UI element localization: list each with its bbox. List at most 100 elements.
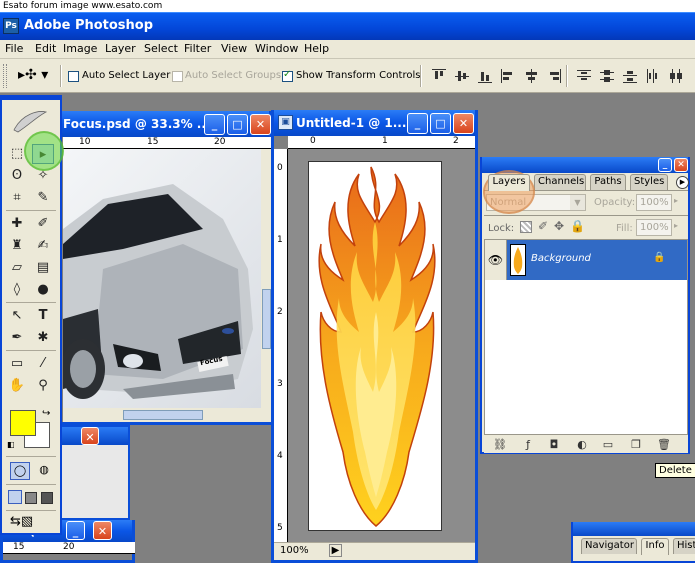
options-bar-grip[interactable] [3,64,7,88]
eraser-tool-icon[interactable]: ▱ [6,258,28,278]
minimize-icon[interactable]: _ [66,521,85,540]
menu-filter[interactable]: Filter [184,42,211,55]
align-top-icon[interactable] [432,69,446,83]
menu-edit[interactable]: Edit [35,42,56,55]
lock-transparent-icon[interactable] [520,221,532,233]
full-screen-menu-mode-icon[interactable] [25,492,37,504]
tab-navigator[interactable]: Navigator [581,538,637,554]
align-bottom-icon[interactable] [478,69,492,83]
hand-tool-icon[interactable]: ✋ [6,376,28,396]
full-screen-mode-icon[interactable] [41,492,53,504]
path-selection-tool-icon[interactable]: ↖ [6,306,28,326]
scroll-thumb[interactable] [262,289,271,349]
zoom-tool-icon[interactable]: ⚲ [32,376,54,396]
status-menu-icon[interactable]: ▶ [329,544,342,557]
type-tool-icon[interactable]: T [32,306,54,326]
layer-mask-icon[interactable]: ◘ [546,438,562,452]
close-icon[interactable]: ✕ [93,521,112,540]
close-icon[interactable]: ✕ [674,158,688,172]
tab-paths[interactable]: Paths [590,174,626,190]
link-layers-icon[interactable]: ⛓ [492,438,508,452]
distribute-bottom-icon[interactable] [623,69,637,83]
align-horizontal-center-icon[interactable] [524,69,538,83]
maximize-icon[interactable]: □ [430,113,451,134]
tab-styles[interactable]: Styles [630,174,668,190]
menu-help[interactable]: Help [304,42,329,55]
document-title-bar[interactable]: Focus.psd @ 33.3% ... _ □ ✕ [53,111,271,137]
clone-stamp-tool-icon[interactable]: ♜ [6,236,28,256]
document-canvas[interactable]: Focus [63,149,261,408]
new-layer-icon[interactable]: ❐ [628,438,644,452]
tab-history[interactable]: Hist [673,538,695,554]
move-tool-icon[interactable]: ▸ [32,144,54,164]
close-icon[interactable]: ✕ [81,427,99,445]
menu-view[interactable]: View [221,42,247,55]
brush-tool-icon[interactable]: ✐ [32,214,54,234]
menu-file[interactable]: File [5,42,23,55]
custom-shape-tool-icon[interactable]: ✱ [32,328,54,348]
lock-image-icon[interactable]: ✐ [538,219,548,233]
tab-layers[interactable]: Layers [488,174,530,191]
menu-layer[interactable]: Layer [105,42,136,55]
tab-info[interactable]: Info [641,538,669,555]
menu-image[interactable]: Image [63,42,97,55]
stacked-document-window[interactable]: ✕ [55,425,130,520]
quick-mask-mode-icon[interactable]: ◍ [34,462,54,480]
minimize-icon[interactable]: _ [658,158,672,172]
minimize-icon[interactable]: _ [204,114,225,135]
lasso-tool-icon[interactable]: ʘ [6,166,28,186]
auto-select-layer-checkbox[interactable] [68,71,79,82]
default-colors-icon[interactable]: ◧ [7,440,15,449]
marquee-tool-icon[interactable]: ⬚ [6,144,28,164]
auto-select-groups-checkbox[interactable] [172,71,183,82]
gradient-tool-icon[interactable]: ▤ [32,258,54,278]
minimize-icon[interactable]: _ [407,113,428,134]
palette-title-bar[interactable]: _ ✕ [482,157,688,173]
palette-title-bar[interactable] [573,522,695,536]
lock-all-icon[interactable]: 🔒 [570,219,585,233]
align-vertical-center-icon[interactable] [455,69,469,83]
jump-to-imageready-icon[interactable]: ⇆▧ [10,514,50,532]
eyedropper-tool-icon[interactable]: ⁄ [32,354,54,374]
align-left-icon[interactable] [501,69,515,83]
dodge-tool-icon[interactable]: ● [32,280,54,300]
layer-name[interactable]: Background [531,253,591,264]
tab-channels[interactable]: Channels [534,174,586,190]
blur-tool-icon[interactable]: ◊ [6,280,28,300]
show-transform-controls-checkbox[interactable] [282,69,293,82]
fill-input[interactable]: 100% [636,219,672,236]
document-canvas[interactable] [308,161,442,531]
swap-colors-icon[interactable]: ↪ [42,408,50,419]
history-brush-tool-icon[interactable]: ✍ [32,236,54,256]
opacity-slider-arrow-icon[interactable]: ▸ [674,196,678,205]
distribute-vertical-center-icon[interactable] [600,69,614,83]
move-tool-preset-icon[interactable]: ▸✣ ▾ [18,67,48,83]
trash-icon[interactable]: 🗑 [656,438,672,452]
document-title-bar[interactable]: ▣ Untitled-1 @ 1... _ □ ✕ [274,110,475,136]
horizontal-scrollbar[interactable] [63,408,272,422]
standard-mode-icon[interactable]: ◯ [10,462,30,480]
scroll-thumb[interactable] [123,410,203,420]
close-icon[interactable]: ✕ [250,114,271,135]
slice-tool-icon[interactable]: ✎ [32,188,54,208]
zoom-level[interactable]: 100% [280,545,309,556]
foreground-color-swatch[interactable] [10,410,36,436]
feather-logo-icon[interactable] [10,108,50,134]
standard-screen-mode-icon[interactable] [8,490,22,504]
align-right-icon[interactable] [547,69,561,83]
notes-tool-icon[interactable]: ▭ [6,354,28,374]
opacity-input[interactable]: 100% [636,194,672,211]
layer-style-icon[interactable]: ƒ [520,438,536,452]
pen-tool-icon[interactable]: ✒ [6,328,28,348]
adjustment-layer-icon[interactable]: ◐ [574,438,590,452]
distribute-horizontal-center-icon[interactable] [669,69,683,83]
healing-brush-tool-icon[interactable]: ✚ [6,214,28,234]
new-group-icon[interactable]: ▭ [600,438,616,452]
close-icon[interactable]: ✕ [453,113,474,134]
crop-tool-icon[interactable]: ⌗ [6,188,28,208]
fill-slider-arrow-icon[interactable]: ▸ [674,221,678,230]
palette-menu-icon[interactable]: ▶ [676,176,689,189]
eye-visibility-icon[interactable]: 👁 [485,240,507,280]
lock-position-icon[interactable]: ✥ [554,219,564,233]
distribute-top-icon[interactable] [577,69,591,83]
